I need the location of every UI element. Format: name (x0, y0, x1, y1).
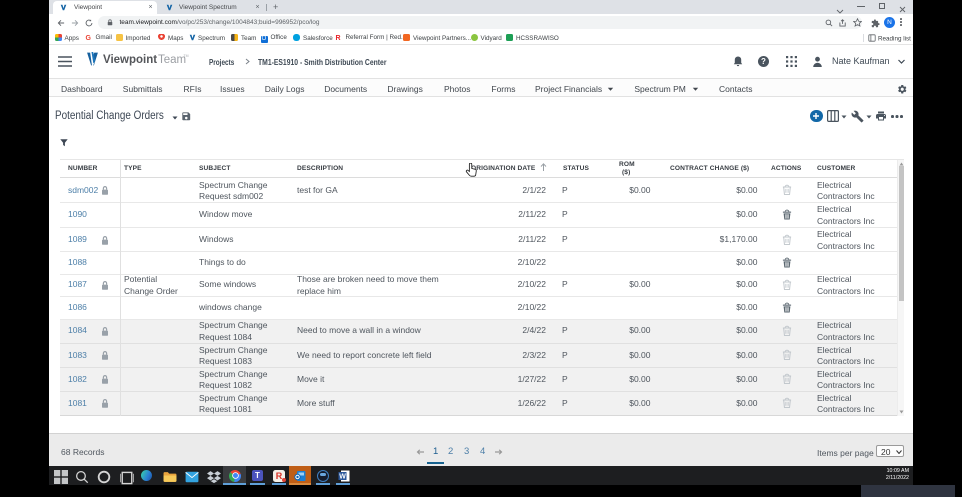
svg-text:W: W (339, 473, 346, 480)
